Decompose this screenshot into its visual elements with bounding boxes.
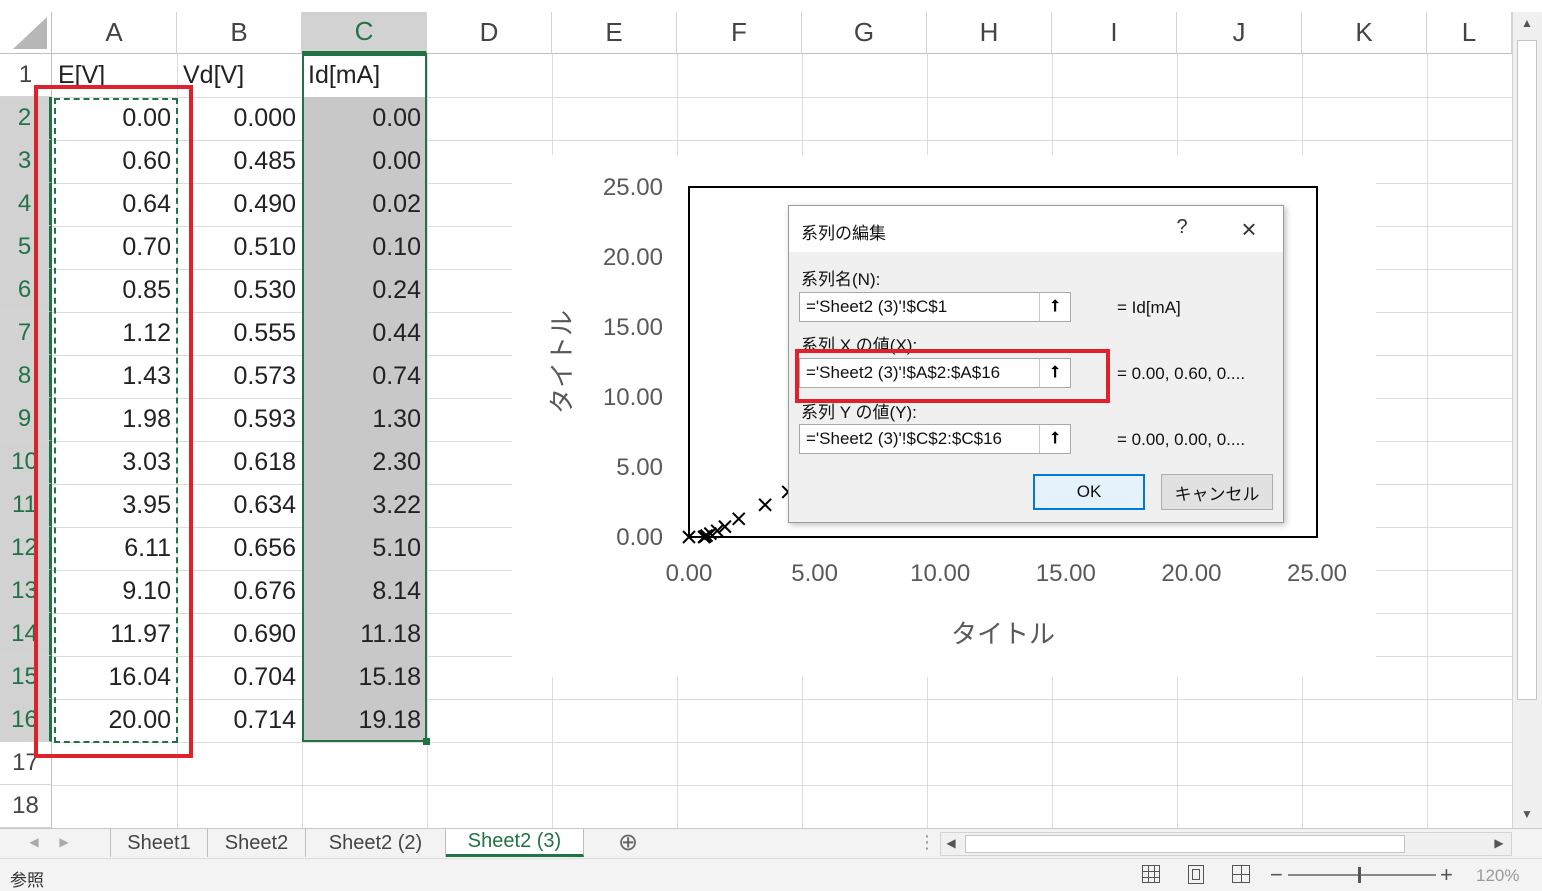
column-header-d[interactable]: D: [427, 12, 552, 54]
x-tick-label: 15.00: [1036, 560, 1096, 587]
status-bar: 参照 − + 120%: [0, 858, 1542, 891]
series-y-input[interactable]: [800, 425, 1040, 453]
page-break-preview-icon[interactable]: [1232, 865, 1250, 883]
y-tick-label: 0.00: [616, 524, 663, 551]
vertical-scrollbar[interactable]: ▲ ▼: [1512, 12, 1542, 828]
cell-b14[interactable]: 0.690: [177, 613, 302, 656]
column-header-h[interactable]: H: [927, 12, 1052, 54]
selection-border-c: [302, 54, 427, 742]
column-header-j[interactable]: J: [1177, 12, 1302, 54]
red-highlight-column-a: [34, 85, 193, 758]
column-header-e[interactable]: E: [552, 12, 677, 54]
x-axis-title: タイトル: [951, 619, 1055, 649]
series-x-result: = 0.00, 0.60, 0....: [1117, 364, 1246, 383]
status-mode: 参照: [10, 871, 44, 890]
fill-handle[interactable]: [423, 738, 430, 745]
cell-b7[interactable]: 0.555: [177, 312, 302, 355]
column-header-g[interactable]: G: [802, 12, 927, 54]
dialog-title: 系列の編集: [801, 224, 886, 243]
scroll-right-icon[interactable]: ▶: [1489, 836, 1509, 850]
column-header-a[interactable]: A: [52, 12, 177, 54]
cell-b4[interactable]: 0.490: [177, 183, 302, 226]
x-tick-label: 20.00: [1161, 560, 1221, 587]
cell-b16[interactable]: 0.714: [177, 699, 302, 742]
cancel-button[interactable]: キャンセル: [1161, 474, 1273, 510]
tab-sheet2-3[interactable]: Sheet2 (3): [446, 829, 584, 857]
scroll-left-icon[interactable]: ◀: [941, 836, 961, 850]
tab-scroll-right-icon[interactable]: ▶: [54, 835, 74, 849]
worksheet-grid[interactable]: A B C D E F G H I J K L 1 2 3 4 5 6 7 8 …: [0, 0, 1512, 828]
y-tick-label: 5.00: [616, 454, 663, 481]
cell-b6[interactable]: 0.530: [177, 269, 302, 312]
horizontal-scroll-thumb[interactable]: [965, 835, 1405, 853]
sheet-tab-bar: ◀ ▶ Sheet1 Sheet2 Sheet2 (2) Sheet2 (3) …: [0, 828, 1542, 858]
column-header-f[interactable]: F: [677, 12, 802, 54]
add-sheet-icon[interactable]: ⊕: [618, 828, 638, 857]
horizontal-scrollbar[interactable]: ◀ ▶: [940, 832, 1512, 856]
cell-b12[interactable]: 0.656: [177, 527, 302, 570]
range-select-icon[interactable]: ⭡: [1039, 425, 1070, 453]
cell-b8[interactable]: 0.573: [177, 355, 302, 398]
red-highlight-x-field: [795, 349, 1110, 403]
series-y-result: = 0.00, 0.00, 0....: [1117, 430, 1246, 449]
tab-sheet2-2[interactable]: Sheet2 (2): [306, 829, 446, 857]
zoom-slider-track[interactable]: [1288, 874, 1436, 876]
cell-b13[interactable]: 0.676: [177, 570, 302, 613]
column-header-k[interactable]: K: [1302, 12, 1427, 54]
zoom-in-button[interactable]: +: [1440, 862, 1453, 888]
select-all-corner[interactable]: [0, 12, 52, 54]
x-tick-label: 25.00: [1287, 560, 1347, 587]
y-tick-label: 20.00: [603, 244, 663, 271]
series-y-field[interactable]: ⭡: [799, 424, 1071, 454]
help-button[interactable]: ?: [1171, 216, 1193, 239]
series-name-field[interactable]: ⭡: [799, 292, 1071, 322]
y-axis-title: タイトル: [547, 310, 577, 414]
scroll-up-icon[interactable]: ▲: [1517, 16, 1537, 30]
ok-button[interactable]: OK: [1033, 474, 1145, 510]
cell-b15[interactable]: 0.704: [177, 656, 302, 699]
cell-b2[interactable]: 0.000: [177, 97, 302, 140]
column-header-c[interactable]: C: [302, 12, 427, 54]
x-tick-label: 0.00: [666, 560, 713, 587]
row-header-18[interactable]: 18: [0, 785, 52, 828]
tab-scroll-left-icon[interactable]: ◀: [24, 835, 44, 849]
cell-b5[interactable]: 0.510: [177, 226, 302, 269]
vertical-scroll-thumb[interactable]: [1517, 40, 1537, 700]
normal-view-icon[interactable]: [1142, 865, 1160, 883]
zoom-slider-thumb[interactable]: [1358, 867, 1361, 883]
column-header-i[interactable]: I: [1052, 12, 1177, 54]
range-select-icon[interactable]: ⭡: [1039, 293, 1070, 321]
series-name-label: 系列名(N):: [801, 270, 881, 289]
zoom-out-button[interactable]: −: [1270, 862, 1283, 888]
page-layout-view-icon[interactable]: [1188, 865, 1204, 884]
x-tick-label: 5.00: [791, 560, 838, 587]
cell-b3[interactable]: 0.485: [177, 140, 302, 183]
cell-b10[interactable]: 0.618: [177, 441, 302, 484]
tab-split-handle-icon[interactable]: ⋮: [918, 832, 936, 853]
cell-b1[interactable]: Vd[V]: [177, 54, 302, 97]
y-tick-label: 25.00: [603, 174, 663, 201]
series-name-result: = Id[mA]: [1117, 298, 1181, 317]
x-tick-label: 10.00: [910, 560, 970, 587]
tab-sheet2[interactable]: Sheet2: [208, 829, 306, 857]
column-header-b[interactable]: B: [177, 12, 302, 54]
cell-b11[interactable]: 0.634: [177, 484, 302, 527]
column-header-l[interactable]: L: [1427, 12, 1512, 54]
y-tick-label: 10.00: [603, 384, 663, 411]
series-name-input[interactable]: [800, 293, 1040, 321]
close-icon[interactable]: ×: [1235, 214, 1263, 245]
scroll-down-icon[interactable]: ▼: [1517, 807, 1537, 821]
cell-b9[interactable]: 0.593: [177, 398, 302, 441]
zoom-level[interactable]: 120%: [1476, 866, 1519, 886]
tab-sheet1[interactable]: Sheet1: [110, 829, 208, 857]
y-tick-label: 15.00: [603, 314, 663, 341]
